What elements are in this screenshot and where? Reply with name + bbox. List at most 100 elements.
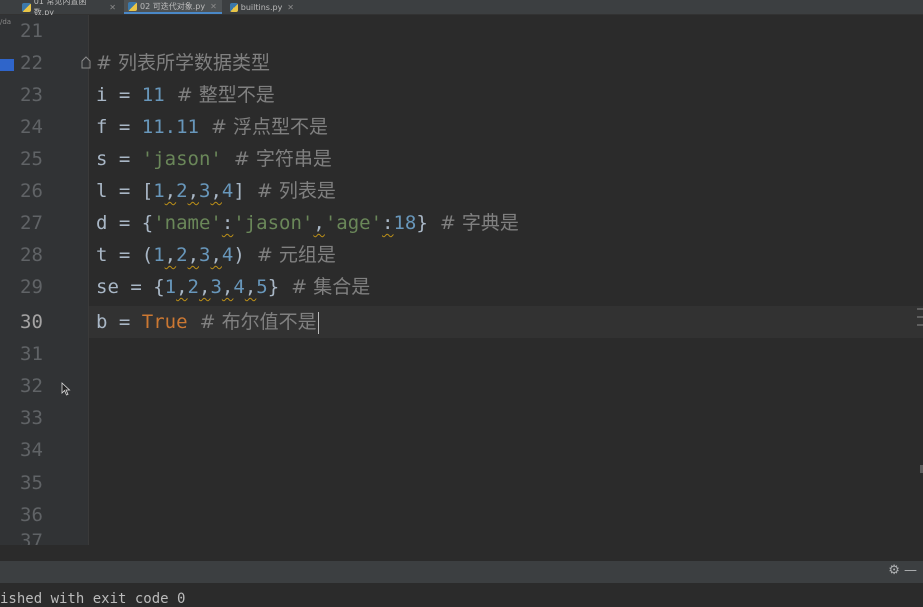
- comma-warning: ,: [176, 276, 188, 298]
- code-line-22: # 列表所学数据类型: [96, 47, 270, 79]
- code-text: b =: [96, 311, 142, 333]
- number-literal: 2: [176, 180, 188, 202]
- path-fragment: /da: [0, 18, 12, 26]
- gear-icon[interactable]: ⚙: [888, 563, 900, 578]
- number-literal: 1: [164, 276, 177, 298]
- python-file-icon: [230, 2, 238, 12]
- number-literal: 11.11: [141, 116, 199, 138]
- code-line-23: i = 11 # 整型不是: [96, 79, 275, 111]
- close-icon[interactable]: ✕: [109, 3, 116, 12]
- number-literal: 4: [233, 276, 245, 298]
- tab-02-iterables[interactable]: 02 可迭代对象.py ✕: [124, 0, 222, 14]
- code-line-28: t = (1,2,3,4) # 元组是: [96, 239, 336, 271]
- code-text: l = [: [96, 180, 154, 202]
- code-text: t = (: [96, 244, 154, 266]
- colon-warning: :: [221, 212, 234, 234]
- string-literal: 'jason': [233, 212, 314, 234]
- selected-project-item[interactable]: [0, 59, 14, 71]
- number-literal: 4: [221, 180, 234, 202]
- mouse-pointer-icon: [61, 382, 71, 396]
- code-text: f =: [96, 116, 142, 138]
- line-number: 25: [20, 148, 43, 170]
- string-literal: 'jason': [141, 148, 222, 170]
- line-number: 28: [20, 244, 43, 266]
- line-number: 34: [20, 439, 43, 461]
- comma-warning: ,: [164, 244, 177, 266]
- comma-warning: ,: [210, 180, 222, 202]
- number-literal: 5: [256, 276, 268, 298]
- number-literal: 3: [199, 244, 211, 266]
- comma-warning: ,: [244, 276, 257, 298]
- number-literal: 11: [141, 84, 165, 106]
- comma-warning: ,: [199, 276, 211, 298]
- line-number: 29: [20, 276, 43, 298]
- number-literal: 18: [393, 212, 417, 234]
- line-number: 23: [20, 84, 43, 106]
- string-literal: 'name': [153, 212, 222, 234]
- minimize-icon[interactable]: —: [904, 563, 917, 578]
- code-line-29: se = {1,2,3,4,5} # 集合是: [96, 271, 370, 303]
- comment: # 布尔值不是: [187, 311, 317, 333]
- line-number: 22: [20, 52, 43, 74]
- python-file-icon: [22, 2, 31, 12]
- code-line-30[interactable]: b = True # 布尔值不是: [96, 306, 319, 338]
- scroll-marker[interactable]: [917, 324, 923, 326]
- number-literal: 4: [221, 244, 234, 266]
- tab-label: builtins.py: [240, 2, 283, 12]
- scroll-marker[interactable]: [917, 308, 923, 310]
- code-text: se = {: [96, 276, 165, 298]
- close-icon[interactable]: ✕: [287, 3, 294, 12]
- comment: # 浮点型不是: [198, 116, 329, 138]
- colon-warning: :: [382, 212, 394, 234]
- tab-01-builtin-functions[interactable]: 01 常见内置函数.py ✕: [18, 0, 120, 17]
- code-text: }: [267, 276, 280, 298]
- code-text: ): [233, 244, 245, 266]
- editor-tab-bar: 01 常见内置函数.py ✕ 02 可迭代对象.py ✕ builtins.py…: [0, 0, 923, 17]
- text-caret: [317, 311, 319, 334]
- comment: # 整型不是: [164, 84, 275, 106]
- comment: # 集合是: [279, 276, 371, 298]
- close-icon[interactable]: ✕: [210, 2, 217, 11]
- comma-warning: ,: [164, 180, 177, 202]
- comment: # 列表是: [244, 180, 336, 202]
- project-panel-edge[interactable]: /da: [0, 15, 14, 545]
- comma-warning: ,: [313, 212, 325, 234]
- code-text: d = {: [96, 212, 154, 234]
- comment: # 列表所学数据类型: [96, 52, 270, 74]
- line-number: 21: [20, 20, 43, 42]
- code-text: s =: [96, 148, 142, 170]
- number-literal: 3: [199, 180, 211, 202]
- comment: # 字符串是: [221, 148, 332, 170]
- line-number-gutter[interactable]: 21 22 23 24 25 26 27 28 29 30 31 32 33 3…: [14, 15, 89, 545]
- number-literal: 3: [210, 276, 222, 298]
- scroll-marker[interactable]: [917, 316, 923, 318]
- code-text: i =: [96, 84, 142, 106]
- number-literal: 1: [153, 244, 165, 266]
- python-file-icon: [128, 1, 137, 11]
- code-line-26: l = [1,2,3,4] # 列表是: [96, 175, 336, 207]
- comma-warning: ,: [221, 276, 234, 298]
- line-number: 31: [20, 343, 43, 365]
- comma-warning: ,: [187, 180, 200, 202]
- line-number: 35: [20, 472, 43, 494]
- code-line-25: s = 'jason' # 字符串是: [96, 143, 332, 175]
- code-text: ]: [233, 180, 245, 202]
- number-literal: 2: [176, 244, 188, 266]
- string-literal: 'age': [324, 212, 383, 234]
- keyword-literal: True: [141, 311, 188, 333]
- line-number: 24: [20, 116, 43, 138]
- comma-warning: ,: [210, 244, 222, 266]
- comment: # 字典是: [427, 212, 519, 234]
- run-console[interactable]: ished with exit code 0: [0, 583, 923, 607]
- line-number: 33: [20, 407, 43, 429]
- line-number: 26: [20, 180, 43, 202]
- line-number: 32: [20, 375, 43, 397]
- line-number: 36: [20, 504, 43, 526]
- number-literal: 2: [187, 276, 199, 298]
- code-text: }: [416, 212, 428, 234]
- fold-marker-icon[interactable]: [81, 56, 91, 69]
- tab-label: 02 可迭代对象.py: [140, 1, 206, 11]
- code-line-27: d = {'name':'jason','age':18} # 字典是: [96, 207, 519, 239]
- tab-builtins[interactable]: builtins.py ✕: [226, 0, 298, 14]
- code-line-24: f = 11.11 # 浮点型不是: [96, 111, 328, 143]
